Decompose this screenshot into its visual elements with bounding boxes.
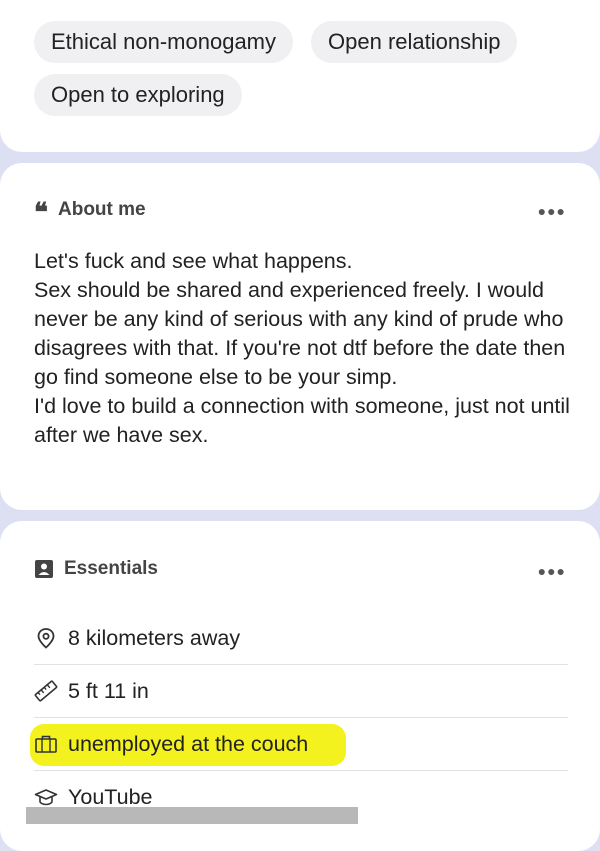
relationship-tags-card: Ethical non-monogamy Open relationship O… bbox=[0, 0, 600, 152]
about-me-title: About me bbox=[58, 199, 146, 220]
ruler-icon bbox=[34, 679, 58, 703]
tag-row-2: Open to exploring bbox=[34, 74, 242, 116]
education-label: YouTube bbox=[68, 784, 153, 809]
tag-row-1: Ethical non-monogamy Open relationship bbox=[34, 21, 518, 63]
about-me-card: ❝ About me ●●● Let's fuck and see what h… bbox=[0, 163, 600, 510]
list-item: 5 ft 11 in bbox=[34, 665, 568, 718]
essentials-card: Essentials ●●● 8 kilometers away 5 ft 11… bbox=[0, 521, 600, 851]
essentials-list: 8 kilometers away 5 ft 11 in unemployed … bbox=[30, 612, 568, 823]
essentials-header: Essentials bbox=[34, 558, 158, 580]
graduation-cap-icon bbox=[34, 785, 58, 809]
quote-icon: ❝ bbox=[34, 198, 48, 228]
id-badge-icon bbox=[34, 559, 54, 579]
job-label: unemployed at the couch bbox=[68, 731, 309, 756]
briefcase-icon bbox=[34, 732, 58, 756]
more-options-icon[interactable]: ●●● bbox=[538, 203, 566, 219]
height-label: 5 ft 11 in bbox=[68, 678, 149, 703]
list-item: unemployed at the couch bbox=[30, 718, 568, 771]
tag-open-to-exploring: Open to exploring bbox=[34, 74, 242, 116]
distance-label: 8 kilometers away bbox=[68, 625, 241, 650]
about-line: Sex should be shared and experienced fre… bbox=[34, 278, 566, 389]
about-me-header: ❝ About me bbox=[34, 198, 146, 228]
essentials-title: Essentials bbox=[64, 558, 158, 579]
more-options-icon[interactable]: ●●● bbox=[538, 563, 566, 579]
about-me-text: Let's fuck and see what happens. Sex sho… bbox=[34, 247, 579, 450]
tag-ethical-non-monogamy: Ethical non-monogamy bbox=[34, 21, 294, 63]
next-card-edge bbox=[26, 807, 358, 824]
about-line: Let's fuck and see what happens. bbox=[34, 249, 353, 273]
about-line: I'd love to build a connection with some… bbox=[34, 394, 570, 447]
tag-open-relationship: Open relationship bbox=[311, 21, 518, 63]
location-pin-icon bbox=[34, 626, 58, 650]
list-item: 8 kilometers away bbox=[34, 612, 568, 665]
